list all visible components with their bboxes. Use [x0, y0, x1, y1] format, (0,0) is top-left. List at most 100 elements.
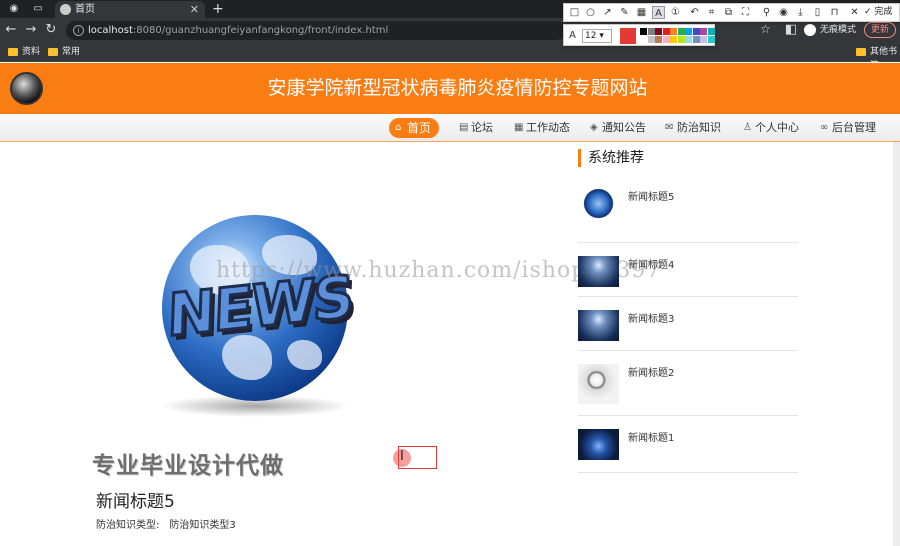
rectangle-tool-icon[interactable]: □: [568, 6, 581, 19]
color-swatch[interactable]: [655, 36, 662, 43]
recommend-item[interactable]: 新闻标题1: [578, 429, 798, 473]
side-panel-icon[interactable]: ◧: [784, 22, 798, 38]
color-swatch[interactable]: [700, 28, 707, 35]
promo-watermark: 专业毕业设计代做: [92, 453, 284, 479]
recommend-heading: 系统推荐: [578, 149, 644, 167]
done-button[interactable]: ✓ 完成: [864, 6, 892, 19]
reload-icon[interactable]: ↻: [44, 22, 58, 38]
meta-label: 防治知识类型:: [96, 520, 160, 531]
mosaic-tool-icon[interactable]: ▦: [635, 6, 648, 19]
incognito-label: 无痕模式: [820, 25, 857, 35]
color-swatch[interactable]: [670, 36, 677, 43]
recommend-item[interactable]: 新闻标题5: [578, 188, 798, 243]
arrow-tool-icon[interactable]: ↗: [601, 6, 614, 19]
text-tool-icon[interactable]: A: [652, 6, 665, 19]
tab-close-icon[interactable]: ✕: [190, 1, 199, 18]
text-cursor-icon: I: [400, 449, 404, 464]
font-size-value: 12: [585, 31, 597, 41]
new-tab-icon[interactable]: +: [212, 0, 224, 18]
record-icon[interactable]: ◉: [777, 6, 790, 19]
update-button[interactable]: 更新: [864, 22, 897, 38]
color-swatch[interactable]: [655, 28, 662, 35]
stage-thumb: [578, 256, 619, 287]
recommend-item[interactable]: 新闻标题3: [578, 310, 798, 351]
bookmark-folder-1[interactable]: 资料: [8, 45, 40, 59]
browser-menu-icon[interactable]: ◉: [8, 3, 20, 15]
color-swatch[interactable]: [685, 36, 692, 43]
color-swatch[interactable]: [707, 28, 715, 35]
copy-icon[interactable]: ⧉: [722, 6, 735, 19]
color-swatch[interactable]: [685, 28, 692, 35]
color-swatch[interactable]: [700, 36, 707, 43]
nav-knowledge[interactable]: ✉ 防治知识: [665, 118, 721, 138]
current-color-swatch[interactable]: [620, 28, 636, 44]
back-arrow-icon[interactable]: ←: [4, 22, 18, 38]
announce-icon: ◈: [590, 122, 598, 133]
url-path: :8080/guanzhuangfeiyanfangkong/front/ind…: [132, 25, 389, 36]
featured-news-image[interactable]: NEWS: [150, 200, 370, 430]
pen-tool-icon[interactable]: ✎: [618, 6, 631, 19]
nav-notice[interactable]: ◈ 通知公告: [590, 118, 646, 138]
undo-icon[interactable]: ↶: [688, 6, 701, 19]
bookmark-folder-2[interactable]: 常用: [48, 45, 80, 59]
folder-icon: [856, 48, 866, 56]
user-icon: ♙: [743, 122, 752, 133]
forward-arrow-icon[interactable]: →: [24, 22, 38, 38]
color-swatch[interactable]: [647, 28, 655, 35]
site-info-icon[interactable]: i: [73, 25, 84, 36]
recommend-title: 新闻标题1: [628, 433, 675, 444]
recommend-item[interactable]: 新闻标题4: [578, 256, 798, 297]
featured-news-title[interactable]: 新闻标题5: [96, 487, 175, 512]
ellipse-tool-icon[interactable]: ○: [584, 6, 597, 19]
nav-profile[interactable]: ♙ 个人中心: [743, 118, 799, 138]
color-swatch[interactable]: [640, 28, 647, 35]
color-swatch[interactable]: [707, 36, 715, 43]
nav-work[interactable]: ▦ 工作动态: [514, 118, 570, 138]
stage-thumb: [578, 310, 619, 341]
font-size-select[interactable]: 12 ▾: [582, 29, 612, 43]
bookmark-bar: 资料 常用 其他书签: [0, 42, 900, 71]
nav-home[interactable]: ⌂ 首页: [389, 118, 440, 138]
text-annotation-box[interactable]: [398, 446, 437, 469]
download-icon[interactable]: ⤓: [794, 6, 807, 19]
recommend-title: 新闻标题2: [628, 368, 675, 379]
color-swatch[interactable]: [677, 28, 685, 35]
nav-profile-label: 个人中心: [755, 121, 799, 134]
bookmark-tool-icon[interactable]: ⊓: [828, 6, 841, 19]
cancel-icon[interactable]: ✕: [848, 6, 861, 19]
continent-shape: [287, 340, 322, 370]
color-swatch[interactable]: [647, 36, 655, 43]
number-tool-icon[interactable]: ①: [669, 6, 682, 19]
site-header: 安康学院新型冠状病毒肺炎疫情防控专题网站: [0, 63, 900, 114]
incognito-icon: [804, 24, 816, 36]
nav-forum-label: 论坛: [471, 121, 493, 134]
browser-tab-home[interactable]: 首页 ✕: [55, 1, 205, 18]
color-swatch[interactable]: [640, 36, 647, 43]
bookmark-star-icon[interactable]: ☆: [760, 22, 771, 36]
nav-forum[interactable]: ▤ 论坛: [459, 118, 493, 138]
recommend-title: 新闻标题3: [628, 314, 675, 325]
color-swatch[interactable]: [670, 28, 677, 35]
recommend-item[interactable]: 新闻标题2: [578, 364, 798, 416]
magnifier-thumb: [578, 364, 619, 404]
color-swatch[interactable]: [662, 36, 670, 43]
main-nav: ⌂ 首页 ▤ 论坛 ▦ 工作动态 ◈ 通知公告 ✉ 防治知识 ♙ 个人中心 ∞ 后台管理: [0, 114, 900, 142]
nav-home-label: 首页: [407, 121, 432, 135]
page-scroll-edge: [893, 142, 900, 546]
address-bar[interactable]: i localhost:8080/guanzhuangfeiyanfangkon…: [66, 21, 566, 40]
scan-icon[interactable]: ⛶: [739, 6, 752, 19]
phone-icon[interactable]: ▯: [811, 6, 824, 19]
color-swatch[interactable]: [677, 36, 685, 43]
nav-admin[interactable]: ∞ 后台管理: [820, 118, 876, 138]
bookmark-label: 资料: [22, 47, 41, 57]
incognito-indicator[interactable]: 无痕模式: [804, 22, 856, 38]
color-swatch[interactable]: [662, 28, 670, 35]
done-label: 完成: [874, 7, 893, 17]
window-icon[interactable]: ▭: [32, 3, 44, 15]
color-swatch[interactable]: [692, 28, 700, 35]
color-swatch[interactable]: [692, 36, 700, 43]
recommend-title: 新闻标题5: [628, 192, 675, 203]
pin-icon[interactable]: ⚲: [760, 6, 773, 19]
folder-icon: [8, 48, 18, 56]
crop-tool-icon[interactable]: ⌗: [705, 6, 718, 19]
